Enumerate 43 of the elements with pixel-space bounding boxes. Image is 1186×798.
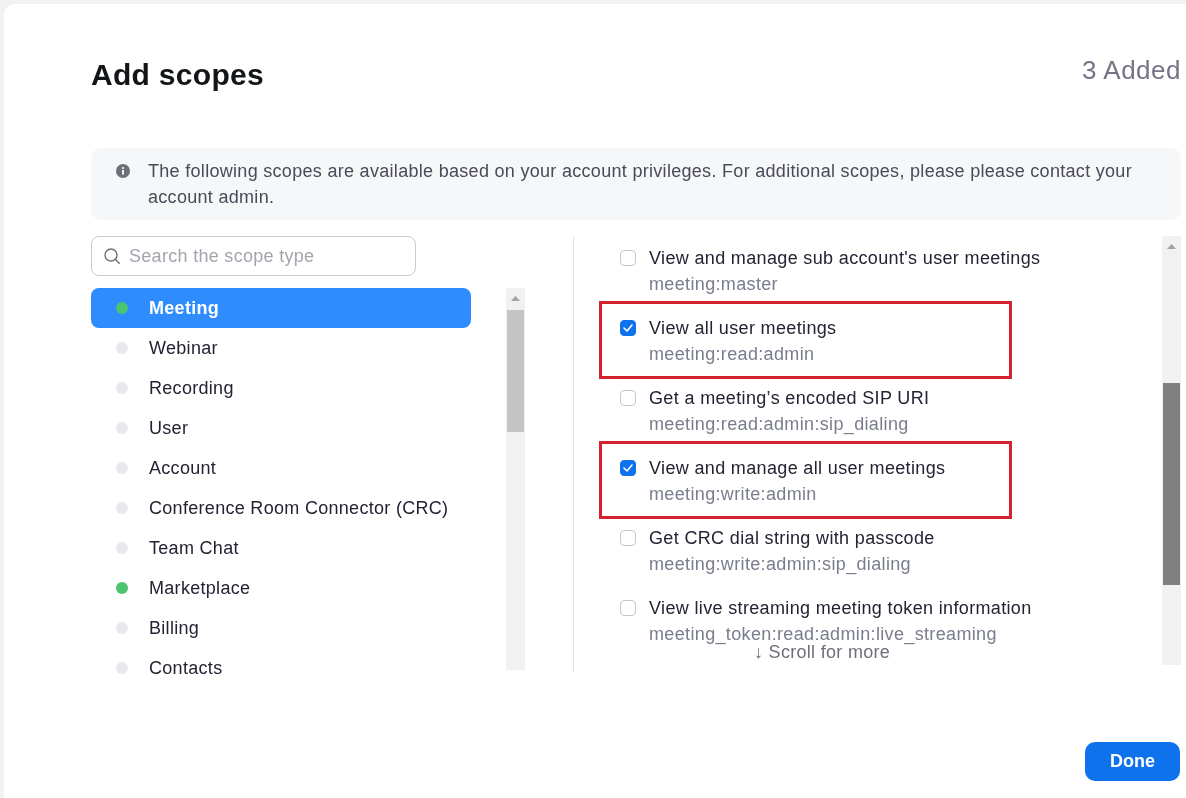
checkbox[interactable] bbox=[620, 390, 636, 406]
category-item[interactable]: Marketplace bbox=[91, 568, 471, 608]
scroll-up-arrow-icon[interactable] bbox=[511, 296, 520, 301]
scope-title: View live streaming meeting token information bbox=[649, 598, 1032, 618]
search-icon bbox=[104, 248, 120, 264]
scope-title: Get CRC dial string with passcode bbox=[649, 528, 935, 548]
scroll-up-arrow-icon[interactable] bbox=[1167, 244, 1176, 249]
scope-title: View all user meetings bbox=[649, 318, 837, 338]
scroll-hint: ↓ Scroll for more bbox=[754, 642, 891, 662]
scope-id: meeting_token:read:admin:live_streaming bbox=[649, 624, 998, 644]
category-item[interactable]: Recording bbox=[91, 368, 471, 408]
info-icon bbox=[116, 164, 130, 178]
checkbox[interactable] bbox=[620, 460, 636, 476]
checkbox[interactable] bbox=[620, 250, 636, 266]
done-button[interactable]: Done bbox=[1085, 742, 1180, 781]
info-text: The following scopes are available based on your account privileges. For additional scopes, please please contact your account admin. bbox=[148, 160, 1133, 209]
scope-id: meeting:read:admin bbox=[649, 344, 816, 364]
checkbox[interactable] bbox=[620, 600, 636, 616]
category-item[interactable]: Team Chat bbox=[91, 528, 471, 568]
checkmark-icon bbox=[623, 464, 633, 472]
scrollbar-track[interactable] bbox=[1162, 236, 1181, 665]
added-count: 3 Added bbox=[1082, 54, 1181, 86]
scope-title: Get a meeting’s encoded SIP URI bbox=[649, 388, 930, 408]
scope-id: meeting:read:admin:sip_dialing bbox=[649, 414, 910, 434]
scrollbar-thumb[interactable] bbox=[1163, 383, 1180, 585]
scope-title: View and manage sub account's user meetings bbox=[649, 248, 1041, 268]
category-item[interactable]: Billing bbox=[91, 608, 471, 648]
scope-id: meeting:write:admin:sip_dialing bbox=[649, 554, 912, 574]
category-item[interactable]: Webinar bbox=[91, 328, 471, 368]
scope-id: meeting:write:admin bbox=[649, 484, 818, 504]
category-item[interactable]: Conference Room Connector (CRC) bbox=[91, 488, 471, 528]
category-item[interactable]: Contacts bbox=[91, 648, 471, 682]
search-field[interactable]: Search the scope type bbox=[91, 236, 416, 276]
checkbox[interactable] bbox=[620, 320, 636, 336]
scope-id: meeting:master bbox=[649, 274, 779, 294]
category-item[interactable]: User bbox=[91, 408, 471, 448]
scrollbar-track[interactable] bbox=[506, 288, 525, 670]
checkmark-icon bbox=[623, 324, 633, 332]
scrollbar-thumb[interactable] bbox=[507, 310, 524, 432]
dialog-title: Add scopes bbox=[91, 57, 265, 93]
scope-title: View and manage all user meetings bbox=[649, 458, 946, 478]
checkbox[interactable] bbox=[620, 530, 636, 546]
category-item[interactable]: Account bbox=[91, 448, 471, 488]
